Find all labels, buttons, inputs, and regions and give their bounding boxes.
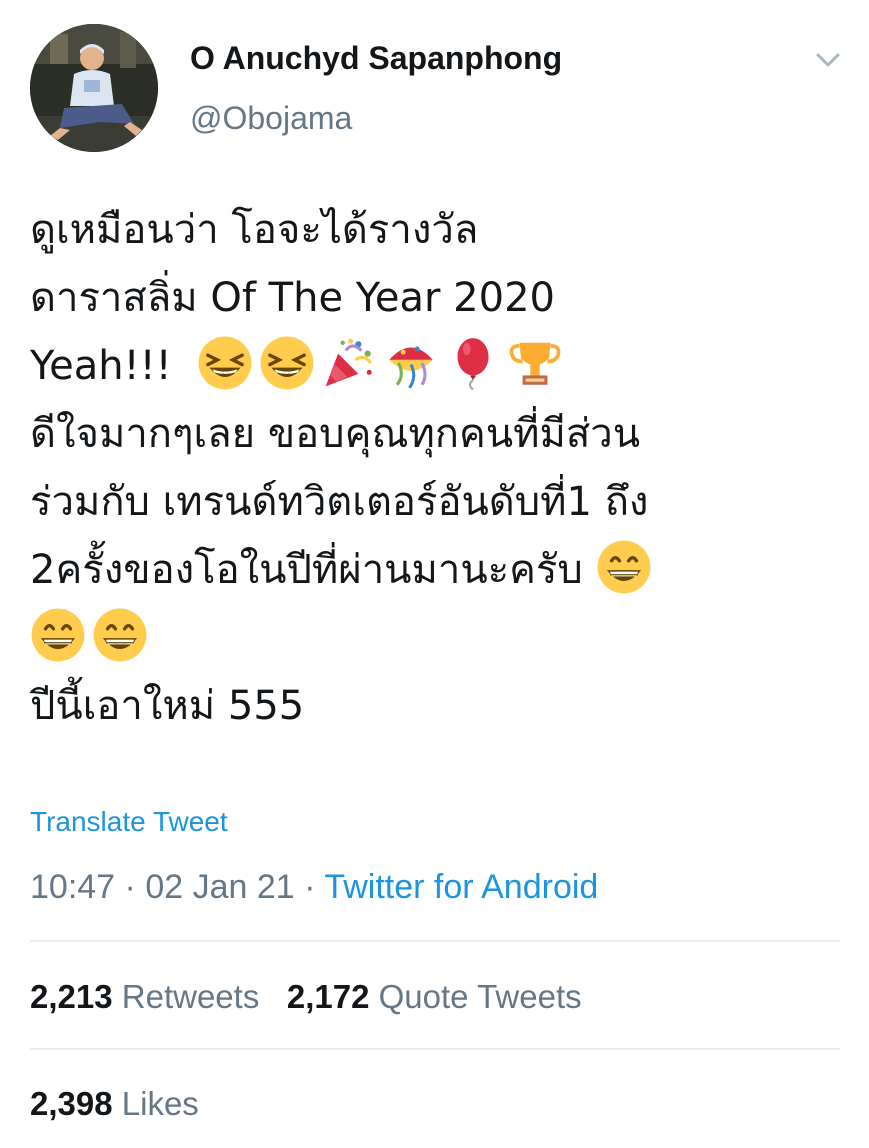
quote-tweets-label: Quote Tweets [378, 978, 582, 1015]
confetti-ball-icon [383, 335, 439, 391]
meta-separator: · [304, 868, 316, 906]
tweet-line-text: Yeah!!! [30, 343, 172, 389]
grinning-face-icon [30, 607, 86, 663]
quote-tweets-stat[interactable]: 2,172 Quote Tweets [287, 978, 582, 1016]
meta-separator: · [124, 868, 136, 906]
tweet-line: ดีใจมากๆเลย ขอบคุณทุกคนที่มีส่วน [30, 411, 641, 457]
display-name[interactable]: O Anuchyd Sapanphong [190, 40, 562, 77]
quote-tweets-count: 2,172 [286, 978, 370, 1015]
tweet-time: 10:47 [30, 868, 116, 906]
tweet-line: ดาราสลิ่ม Of The Year 2020 [30, 275, 555, 321]
retweets-stat[interactable]: 2,213 Retweets [30, 978, 259, 1016]
tweet-source-link[interactable]: Twitter for Android [324, 868, 598, 906]
tweet-line-text: 2ครั้งของโอในปีที่ผ่านมานะครับ [30, 547, 583, 593]
likes-count: 2,398 [30, 1085, 113, 1122]
engagement-stats: 2,213 Retweets 2,172 Quote Tweets [30, 978, 582, 1016]
tweet-date: 02 Jan 21 [145, 868, 295, 906]
translate-tweet-link[interactable]: Translate Tweet [30, 806, 228, 838]
laughing-face-icon [259, 335, 315, 391]
profile-photo [30, 24, 158, 152]
chevron-down-icon[interactable] [812, 44, 844, 76]
trophy-icon [507, 335, 563, 391]
tweet-line [30, 604, 850, 672]
laughing-face-icon [197, 335, 253, 391]
tweet-line: 2ครั้งของโอในปีที่ผ่านมานะครับ [30, 536, 850, 604]
balloon-icon [445, 335, 501, 391]
likes-label: Likes [121, 1085, 199, 1122]
tweet-text: ดูเหมือนว่า โอจะได้รางวัล ดาราสลิ่ม Of T… [30, 196, 850, 740]
likes-stat[interactable]: 2,398 Likes [30, 1085, 199, 1123]
tweet-line: ร่วมกับ เทรนด์ทวิตเตอร์อันดับที่1 ถึง [30, 479, 649, 525]
avatar[interactable] [30, 24, 158, 152]
likes-stats: 2,398 Likes [30, 1085, 199, 1123]
divider [30, 940, 840, 942]
party-popper-icon [321, 335, 377, 391]
tweet-line: ปีนี้เอาใหม่ 555 [30, 683, 305, 729]
user-handle[interactable]: @Obojama [190, 100, 352, 137]
grinning-face-icon [92, 607, 148, 663]
tweet-meta: 10:47 · 02 Jan 21 · Twitter for Android [30, 868, 598, 907]
tweet-line: ดูเหมือนว่า โอจะได้รางวัล [30, 207, 479, 253]
retweets-label: Retweets [121, 978, 260, 1015]
divider [30, 1048, 840, 1050]
grinning-face-icon [596, 539, 652, 595]
retweets-count: 2,213 [30, 978, 113, 1015]
tweet-line: Yeah!!! [30, 332, 850, 400]
